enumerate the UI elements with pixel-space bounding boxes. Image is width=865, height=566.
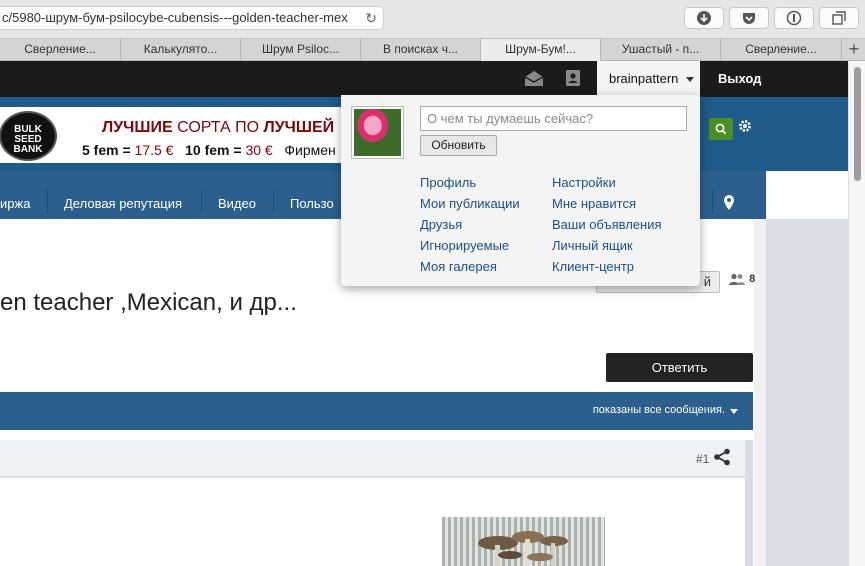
site-topbar: brainpattern Выход bbox=[0, 61, 848, 98]
menu-link-settings[interactable]: Настройки bbox=[552, 175, 616, 190]
banner-headline: ЛУЧШИЕ СОРТА ПО ЛУЧШЕЙ bbox=[102, 119, 335, 136]
messages-filter-bar: показаны все сообщения. bbox=[0, 392, 753, 430]
browser-tab[interactable]: В поисках ч... bbox=[361, 39, 481, 61]
browser-tab[interactable]: Калькулято... bbox=[121, 39, 241, 61]
nav-item-video[interactable]: Видео bbox=[218, 196, 256, 212]
bulk-seed-bank-logo: BULK SEED BANK bbox=[0, 111, 57, 161]
users-icon bbox=[729, 273, 745, 286]
banner-prices: 5 fem = 17.5 € 10 fem = 30 € Фирмен bbox=[82, 142, 336, 158]
menu-link-friends[interactable]: Друзья bbox=[420, 217, 462, 232]
share-icon[interactable] bbox=[713, 448, 731, 466]
downloads-button[interactable] bbox=[684, 7, 724, 29]
nav-divider bbox=[201, 191, 202, 213]
avatar-image bbox=[354, 109, 401, 156]
reply-button[interactable]: Ответить bbox=[606, 353, 753, 382]
nav-divider bbox=[712, 191, 713, 213]
search-icon bbox=[715, 123, 727, 135]
pocket-icon bbox=[743, 13, 755, 24]
contacts-icon[interactable] bbox=[565, 69, 581, 87]
messages-filter[interactable]: показаны все сообщения. bbox=[593, 404, 725, 416]
browser-tab[interactable]: Ушастый - п... bbox=[601, 39, 721, 61]
menu-link-ignored[interactable]: Игнорируемые bbox=[420, 238, 509, 253]
scrollbar-thumb[interactable] bbox=[854, 67, 861, 181]
logout-link[interactable]: Выход bbox=[718, 61, 761, 97]
mushroom-photo[interactable] bbox=[442, 517, 605, 566]
menu-link-inbox[interactable]: Личный ящик bbox=[552, 238, 633, 253]
pocket-button[interactable] bbox=[729, 7, 769, 29]
caret-down-icon bbox=[686, 77, 695, 83]
address-bar[interactable]: c/5980-шрум-бум-psilocybe-cubensis---gol… bbox=[0, 6, 384, 30]
browser-tab[interactable]: Шрум Psiloc... bbox=[241, 39, 361, 61]
page-right-gutter bbox=[766, 219, 848, 566]
menu-link-client-center[interactable]: Клиент-центр bbox=[552, 259, 634, 274]
info-icon bbox=[786, 10, 802, 26]
search-button[interactable] bbox=[709, 118, 733, 140]
ad-banner[interactable]: BULK SEED BANK ЛУЧШИЕ СОРТА ПО ЛУЧШЕЙ 5 … bbox=[0, 107, 345, 163]
nav-divider bbox=[47, 191, 48, 213]
post: #1 bbox=[0, 440, 753, 566]
mushroom-image bbox=[478, 531, 568, 566]
nav-item-exchange[interactable]: иржа bbox=[0, 196, 30, 212]
nav-item-users[interactable]: Пользо bbox=[290, 196, 334, 212]
post-number[interactable]: #1 bbox=[696, 452, 709, 466]
status-input[interactable] bbox=[420, 106, 687, 131]
browser-tab[interactable]: Сверление... bbox=[0, 39, 121, 61]
menu-link-profile[interactable]: Профиль bbox=[420, 175, 476, 190]
menu-link-classifieds[interactable]: Ваши объявления bbox=[552, 217, 662, 232]
menu-link-gallery[interactable]: Моя галерея bbox=[420, 259, 497, 274]
download-icon bbox=[697, 11, 711, 25]
url-text: c/5980-шрум-бум-psilocybe-cubensis---gol… bbox=[2, 10, 348, 25]
menu-link-likes[interactable]: Мне нравится bbox=[552, 196, 636, 211]
gear-icon[interactable] bbox=[738, 119, 752, 133]
browser-toolbar: c/5980-шрум-бум-psilocybe-cubensis---gol… bbox=[0, 0, 865, 38]
caret-down-icon[interactable] bbox=[730, 409, 738, 414]
nav-divider bbox=[273, 191, 274, 213]
browser-tab[interactable]: Сверление... bbox=[721, 39, 842, 61]
thread-title: en teacher ,Mexican, и др... bbox=[0, 289, 297, 316]
password-button[interactable] bbox=[774, 7, 814, 29]
new-tab-button[interactable]: + bbox=[843, 39, 865, 61]
mail-icon[interactable] bbox=[524, 69, 544, 87]
location-pin-icon[interactable] bbox=[723, 195, 735, 211]
browser-tab-active[interactable]: Шрум-Бум!... bbox=[481, 39, 601, 61]
content-edge bbox=[754, 219, 766, 566]
user-menu-tab[interactable]: brainpattern bbox=[597, 61, 700, 98]
user-menu-dropdown: Обновить Профиль Мои публикации Друзья И… bbox=[341, 95, 700, 286]
post-header: #1 bbox=[0, 440, 745, 477]
nav-item-reputation[interactable]: Деловая репутация bbox=[64, 196, 182, 212]
tab-overview-button[interactable] bbox=[819, 7, 859, 29]
reload-icon[interactable]: ↻ bbox=[365, 7, 377, 29]
members-count: 8 bbox=[728, 273, 755, 286]
post-body bbox=[0, 478, 745, 566]
avatar[interactable] bbox=[351, 106, 404, 159]
tabs-icon bbox=[832, 11, 846, 25]
update-status-button[interactable]: Обновить bbox=[420, 135, 497, 156]
tab-strip: Сверление... Калькулято... Шрум Psiloc..… bbox=[0, 38, 865, 61]
username: brainpattern bbox=[609, 71, 679, 86]
page-scrollbar[interactable] bbox=[848, 61, 865, 566]
menu-link-my-posts[interactable]: Мои публикации bbox=[420, 196, 520, 211]
